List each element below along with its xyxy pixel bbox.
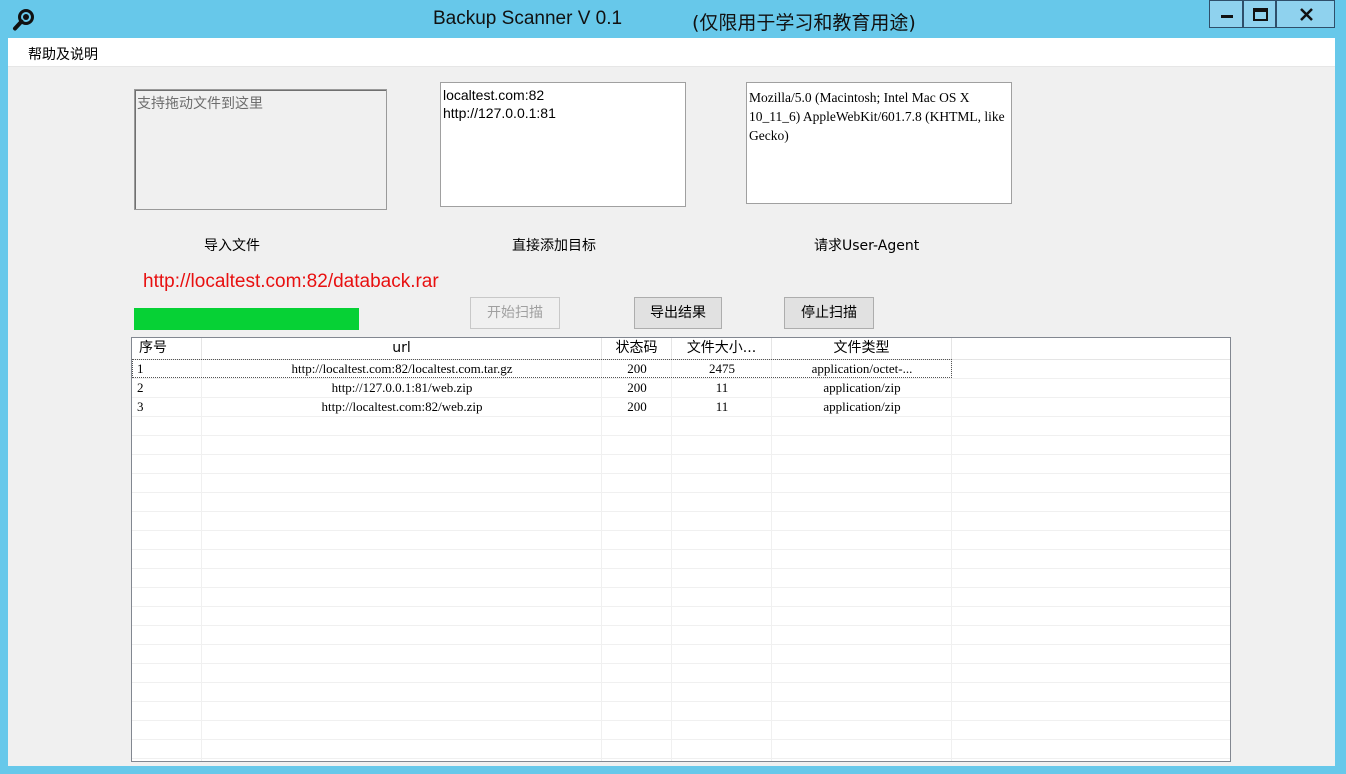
column-header-3[interactable]: 文件大小... xyxy=(672,338,772,359)
file-drop-zone[interactable]: 支持拖动文件到这里 xyxy=(134,89,387,210)
menu-bar: 帮助及说明 xyxy=(8,38,1335,67)
import-file-label: 导入文件 xyxy=(204,238,260,254)
app-window: Backup Scanner V 0.1 (仅限用于学习和教育用途) 帮助及说明… xyxy=(0,0,1346,774)
grid-row-line xyxy=(132,625,1230,626)
table-cell: 11 xyxy=(715,380,729,395)
grid-row-line xyxy=(132,758,1230,759)
table-cell: 1 xyxy=(137,361,144,376)
scan-progress-bar xyxy=(134,308,359,330)
menu-help[interactable]: 帮助及说明 xyxy=(28,44,98,64)
search-icon xyxy=(12,8,36,32)
client-area: 帮助及说明 支持拖动文件到这里 localtest.com:82 http://… xyxy=(8,38,1335,766)
stop-scan-button[interactable]: 停止扫描 xyxy=(784,297,874,329)
column-header-1[interactable]: url xyxy=(202,338,602,359)
targets-textarea[interactable]: localtest.com:82 http://127.0.0.1:81 xyxy=(440,82,686,207)
table-cell: http://127.0.0.1:81/web.zip xyxy=(331,380,473,395)
grid-row-line xyxy=(132,587,1230,588)
grid-row-line xyxy=(132,511,1230,512)
table-row[interactable]: 3 http://localtest.com:82/web.zip 200 11 app… xyxy=(132,397,952,416)
table-cell: 2 xyxy=(137,380,144,395)
grid-row-line xyxy=(132,739,1230,740)
column-header-4[interactable]: 文件类型 xyxy=(772,338,952,359)
table-cell: 3 xyxy=(137,399,144,414)
grid-row-line xyxy=(132,416,1230,417)
maximize-icon xyxy=(1253,8,1268,21)
table-cell: application/octet-... xyxy=(811,361,913,376)
grid-row-line xyxy=(132,435,1230,436)
table-header: 序号 url 状态码 文件大小... 文件类型 xyxy=(132,338,1230,360)
table-cell: 200 xyxy=(627,361,647,376)
table-row[interactable]: 1 http://localtest.com:82/localtest.com.t… xyxy=(132,359,952,378)
grid-row-line xyxy=(132,701,1230,702)
add-targets-label: 直接添加目标 xyxy=(512,238,596,254)
grid-row-line xyxy=(132,549,1230,550)
column-header-0[interactable]: 序号 xyxy=(132,338,202,359)
window-title: Backup Scanner V 0.1 xyxy=(433,8,623,29)
table-cell: 200 xyxy=(627,399,647,414)
results-table[interactable]: 序号 url 状态码 文件大小... 文件类型 1 http://localtest.co… xyxy=(131,337,1231,762)
drop-zone-placeholder: 支持拖动文件到这里 xyxy=(137,96,263,112)
grid-row-line xyxy=(132,682,1230,683)
grid-row-line xyxy=(132,644,1230,645)
grid-row-line xyxy=(132,568,1230,569)
close-button[interactable] xyxy=(1276,0,1335,28)
export-results-button[interactable]: 导出结果 xyxy=(634,297,722,329)
grid-row-line xyxy=(132,473,1230,474)
grid-row-line xyxy=(132,606,1230,607)
table-row[interactable]: 2 http://127.0.0.1:81/web.zip 200 11 applica… xyxy=(132,378,952,397)
minimize-button[interactable] xyxy=(1209,0,1243,28)
table-cell: 2475 xyxy=(709,361,735,376)
current-scan-url: http://localtest.com:82/databack.rar xyxy=(143,271,439,292)
user-agent-label: 请求User-Agent xyxy=(814,238,920,254)
grid-row-line xyxy=(132,720,1230,721)
user-agent-textarea[interactable]: Mozilla/5.0 (Macintosh; Intel Mac OS X 1… xyxy=(746,82,1012,204)
table-cell: 11 xyxy=(715,399,729,414)
title-bar[interactable]: Backup Scanner V 0.1 (仅限用于学习和教育用途) xyxy=(0,0,1346,38)
window-title-note: (仅限用于学习和教育用途) xyxy=(692,12,916,34)
user-agent-value: Mozilla/5.0 (Macintosh; Intel Mac OS X 1… xyxy=(749,90,1005,143)
targets-value: localtest.com:82 http://127.0.0.1:81 xyxy=(443,87,556,121)
scan-progress-fill xyxy=(134,308,359,330)
maximize-button[interactable] xyxy=(1243,0,1276,28)
grid-row-line xyxy=(132,530,1230,531)
table-cell: application/zip xyxy=(823,399,901,414)
close-icon xyxy=(1300,8,1313,21)
minimize-icon xyxy=(1221,15,1233,18)
column-header-2[interactable]: 状态码 xyxy=(602,338,672,359)
grid-row-line xyxy=(132,663,1230,664)
start-scan-button[interactable]: 开始扫描 xyxy=(470,297,560,329)
grid-row-line xyxy=(132,454,1230,455)
grid-row-line xyxy=(132,492,1230,493)
table-cell: application/zip xyxy=(823,380,901,395)
table-cell: http://localtest.com:82/web.zip xyxy=(321,399,483,414)
table-cell: 200 xyxy=(627,380,647,395)
table-cell: http://localtest.com:82/localtest.com.ta… xyxy=(291,361,513,376)
